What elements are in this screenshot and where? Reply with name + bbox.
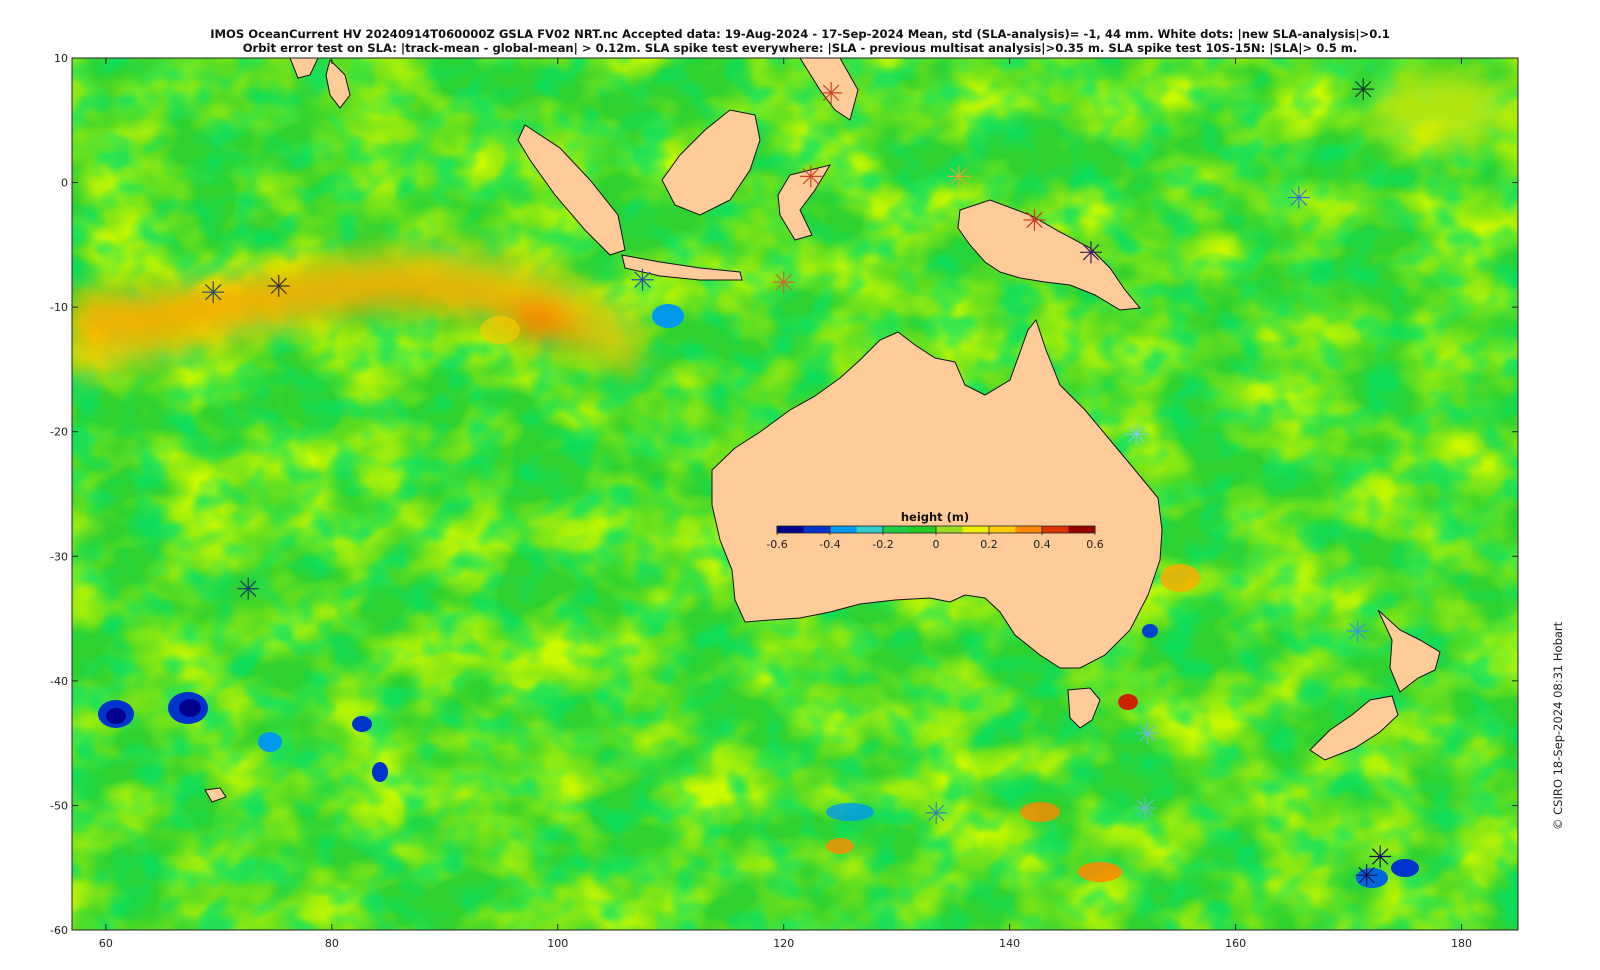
rejected-data-marker	[267, 274, 290, 297]
colorbar-tick-label: -0.4	[819, 538, 840, 551]
rejected-data-marker	[202, 281, 225, 304]
rejected-data-marker	[1079, 241, 1102, 264]
rejected-data-marker	[631, 268, 654, 291]
colorbar-label: height (m)	[901, 510, 969, 524]
rejected-data-marker	[1346, 620, 1369, 643]
rejected-data-marker	[799, 165, 822, 188]
colorbar-segment	[803, 526, 831, 533]
rejected-data-marker	[947, 165, 970, 188]
colorbar-tick-label: 0	[933, 538, 940, 551]
colorbar-tick-label: 0.4	[1033, 538, 1051, 551]
y-tick-label: -60	[50, 924, 68, 937]
x-tick-label: 120	[773, 937, 794, 950]
rejected-data-marker	[1287, 186, 1310, 209]
y-tick-label: 0	[61, 177, 68, 190]
colorbar-tick-label: -0.6	[766, 538, 787, 551]
colorbar-tick-label: -0.2	[872, 538, 893, 551]
x-tick-label: 180	[1451, 937, 1472, 950]
y-tick-label: -10	[50, 301, 68, 314]
x-tick-label: 60	[99, 937, 113, 950]
rejected-data-marker	[1352, 78, 1375, 101]
y-tick-label: -30	[50, 550, 68, 563]
rejected-data-marker	[1369, 845, 1392, 868]
x-tick-label: 140	[999, 937, 1020, 950]
colorbar-segment	[777, 526, 804, 533]
rejected-data-marker	[237, 577, 260, 600]
colorbar-segment	[856, 526, 884, 533]
colorbar-segment	[962, 526, 990, 533]
rejected-data-marker	[1136, 722, 1159, 745]
colorbar-segment	[936, 526, 963, 533]
rejected-data-marker	[1125, 423, 1148, 446]
copyright-credit: © CSIRO 18-Sep-2024 08:31 Hobart	[1551, 621, 1565, 830]
rejected-data-marker	[1023, 208, 1046, 231]
colorbar-segment	[883, 526, 910, 533]
colorbar-segment	[830, 526, 857, 533]
x-tick-label: 100	[547, 937, 568, 950]
colorbar-segment	[1042, 526, 1069, 533]
colorbar-segment	[1015, 526, 1043, 533]
colorbar-segment	[1068, 526, 1096, 533]
x-tick-label: 160	[1225, 937, 1246, 950]
colorbar-segment	[909, 526, 937, 533]
y-tick-label: -40	[50, 675, 68, 688]
colorbar-segment	[989, 526, 1016, 533]
y-tick-label: -20	[50, 426, 68, 439]
y-tick-label: 10	[54, 52, 68, 65]
rejected-data-marker	[1355, 864, 1378, 887]
plot-area	[72, 58, 1518, 930]
sla-map: 60 80 100 120 140 160 180 100-10-20-30-40-50-6…	[50, 52, 1519, 950]
rejected-data-marker	[1134, 796, 1157, 819]
colorbar-tick-label: 0.6	[1086, 538, 1104, 551]
colorbar-tick-label: 0.2	[980, 538, 998, 551]
y-tick-label: -50	[50, 799, 68, 812]
rejected-data-marker	[925, 801, 948, 824]
x-tick-label: 80	[325, 937, 339, 950]
rejected-data-marker	[820, 81, 843, 104]
rejected-data-marker	[772, 271, 795, 294]
